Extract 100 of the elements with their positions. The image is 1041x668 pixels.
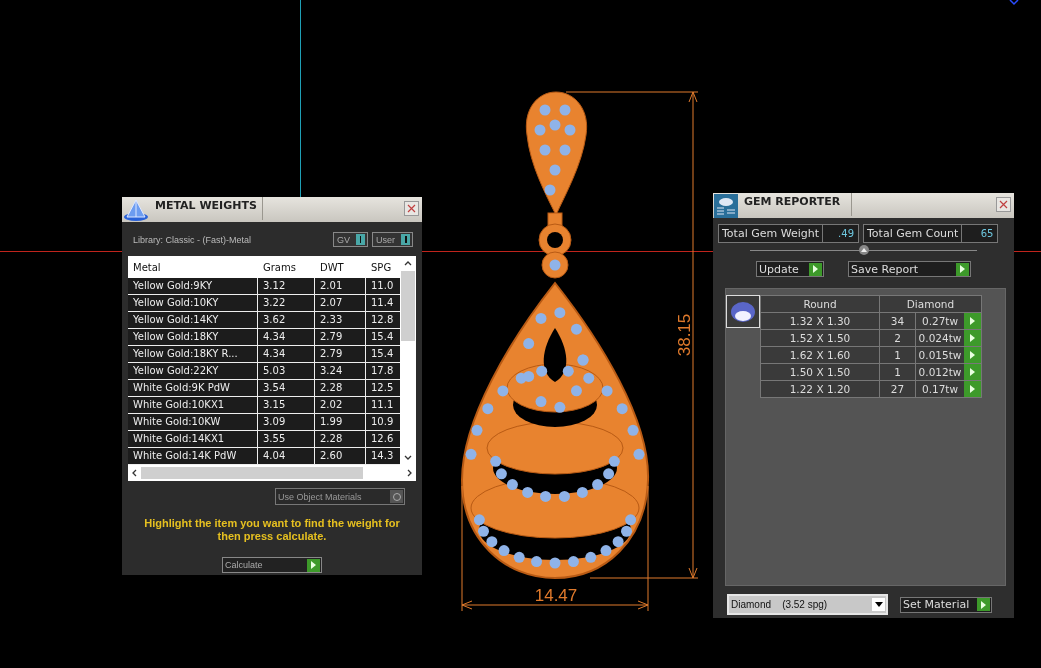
table-cell: Yellow Gold:10KY	[128, 295, 258, 311]
table-cell: White Gold:14KX1	[128, 431, 258, 447]
table-cell: 2.60	[315, 448, 366, 464]
scroll-right-icon[interactable]	[407, 469, 412, 477]
dimension-label: 38.15	[675, 313, 694, 357]
table-cell: 1.22 X 1.20	[761, 381, 880, 397]
table-cell-text: 17.8	[370, 364, 395, 378]
table-cell: 3.24	[315, 363, 366, 379]
calculate-button[interactable]: Calculate	[222, 557, 322, 573]
title-bar[interactable]: METAL WEIGHTS	[122, 197, 422, 222]
table-cell: Yellow Gold:18KY R...	[128, 346, 258, 362]
table-cell: Yellow Gold:9KY	[128, 278, 258, 294]
table-cell: Yellow Gold:18KY	[128, 329, 258, 345]
table-cell-text: 0.27tw	[920, 314, 960, 329]
table-cell: 2.79	[315, 346, 366, 362]
column-header: Diamond	[905, 297, 956, 312]
row-action-button[interactable]	[964, 313, 981, 329]
table-cell-text: 0.012tw	[917, 365, 963, 380]
table-cell: 3.55	[258, 431, 315, 447]
dimension-label: 14.47	[534, 586, 578, 605]
table-cell-text: 10.9	[370, 415, 395, 429]
column-header[interactable]: DWT	[315, 261, 366, 273]
column-header: Round	[761, 296, 880, 312]
dropdown-arrow-icon[interactable]	[874, 602, 883, 607]
table-cell: 2.79	[315, 329, 366, 345]
table-cell: 27	[880, 381, 916, 397]
table-cell: 3.22	[258, 295, 315, 311]
table-cell-text: 15.4	[370, 330, 395, 344]
table-cell-text: 12.5	[370, 381, 395, 395]
action-button[interactable]: Save Report	[848, 261, 971, 277]
row-action-button[interactable]	[964, 381, 981, 397]
table-cell: 5.03	[258, 363, 315, 379]
report-icon	[714, 193, 738, 218]
row-action-button[interactable]	[964, 330, 981, 346]
total-label: Total Gem Count	[864, 225, 963, 242]
pyramid-icon	[123, 197, 149, 222]
table-cell: White Gold:14K PdW	[128, 448, 258, 464]
row-action-button[interactable]	[964, 347, 981, 363]
table-cell-text: 0.17tw	[920, 382, 960, 397]
column-header[interactable]: SPG	[366, 261, 400, 273]
table-cell-text: 11.0	[370, 279, 395, 293]
table-cell: 2.01	[315, 278, 366, 294]
table-cell: 3.62	[258, 312, 315, 328]
table-cell: 4.34	[258, 329, 315, 345]
toggle-button[interactable]: User	[372, 232, 413, 247]
row-action-button[interactable]	[964, 364, 981, 380]
table-cell: 4.04	[258, 448, 315, 464]
table-cell: 2.07	[315, 295, 366, 311]
table-cell-text: 12.8	[370, 313, 395, 327]
table-cell: 2.28	[315, 380, 366, 396]
library-label: Library: Classic - (Fast)-Metal	[133, 234, 252, 245]
table-cell: 2.02	[315, 397, 366, 413]
scroll-left-icon[interactable]	[132, 469, 137, 477]
table-cell: White Gold:10KW	[128, 414, 258, 430]
table-cell: White Gold:10KX1	[128, 397, 258, 413]
window-title: GEM REPORTER	[740, 193, 852, 216]
table-cell: 2	[880, 330, 916, 346]
scroll-down-icon[interactable]	[404, 455, 412, 460]
use-object-materials-toggle[interactable]: Use Object Materials	[275, 488, 405, 505]
table-cell: 1.50 X 1.50	[761, 364, 880, 380]
table-cell: 2.28	[315, 431, 366, 447]
table-cell-text: 15.4	[370, 347, 395, 361]
material-dropdown[interactable]: Diamond (3.52 spg)	[727, 594, 888, 615]
chevron-icon[interactable]	[1009, 0, 1019, 6]
toggle-button[interactable]: GV	[332, 232, 368, 247]
table-cell: 2.33	[315, 312, 366, 328]
table-cell: 3.09	[258, 414, 315, 430]
total-value: 65	[979, 227, 995, 241]
table-cell: 3.12	[258, 278, 315, 294]
table-cell-text: 11.4	[370, 296, 395, 310]
column-header[interactable]: Metal	[128, 261, 258, 273]
hint-text: Highlight the item you want to find the weight for then press calculate.	[143, 517, 401, 543]
table-cell: 1.62 X 1.60	[761, 347, 880, 363]
table-cell-text: 12.6	[370, 432, 395, 446]
action-button[interactable]: Update	[756, 261, 824, 277]
table-cell: Yellow Gold:22KY	[128, 363, 258, 379]
table-cell-text: 14.3	[370, 449, 395, 463]
close-button[interactable]	[404, 201, 419, 216]
total-label: Total Gem Weight	[719, 225, 823, 242]
table-cell-text: 0.024tw	[917, 331, 963, 346]
window-title: METAL WEIGHTS	[151, 197, 263, 220]
table-cell: 34	[880, 313, 916, 329]
table-cell: 3.54	[258, 380, 315, 396]
set-material-button[interactable]: Set Material	[900, 596, 992, 613]
table-cell: 1	[880, 347, 916, 363]
table-cell: 1.99	[315, 414, 366, 430]
column-header[interactable]: Grams	[258, 261, 315, 273]
table-cell: 1	[880, 364, 916, 380]
title-bar[interactable]: GEM REPORTER	[713, 193, 1014, 218]
collapse-handle[interactable]	[859, 245, 869, 255]
table-cell: 1.32 X 1.30	[761, 313, 880, 329]
table-cell: 3.15	[258, 397, 315, 413]
total-value: .49	[837, 227, 855, 241]
close-button[interactable]	[996, 197, 1011, 212]
scroll-up-icon[interactable]	[404, 261, 412, 266]
table-cell: Yellow Gold:14KY	[128, 312, 258, 328]
table-cell: White Gold:9K PdW	[128, 380, 258, 396]
table-cell-text: 11.1	[370, 398, 395, 412]
table-cell-text: 0.015tw	[917, 348, 963, 363]
table-cell: 1.52 X 1.50	[761, 330, 880, 346]
